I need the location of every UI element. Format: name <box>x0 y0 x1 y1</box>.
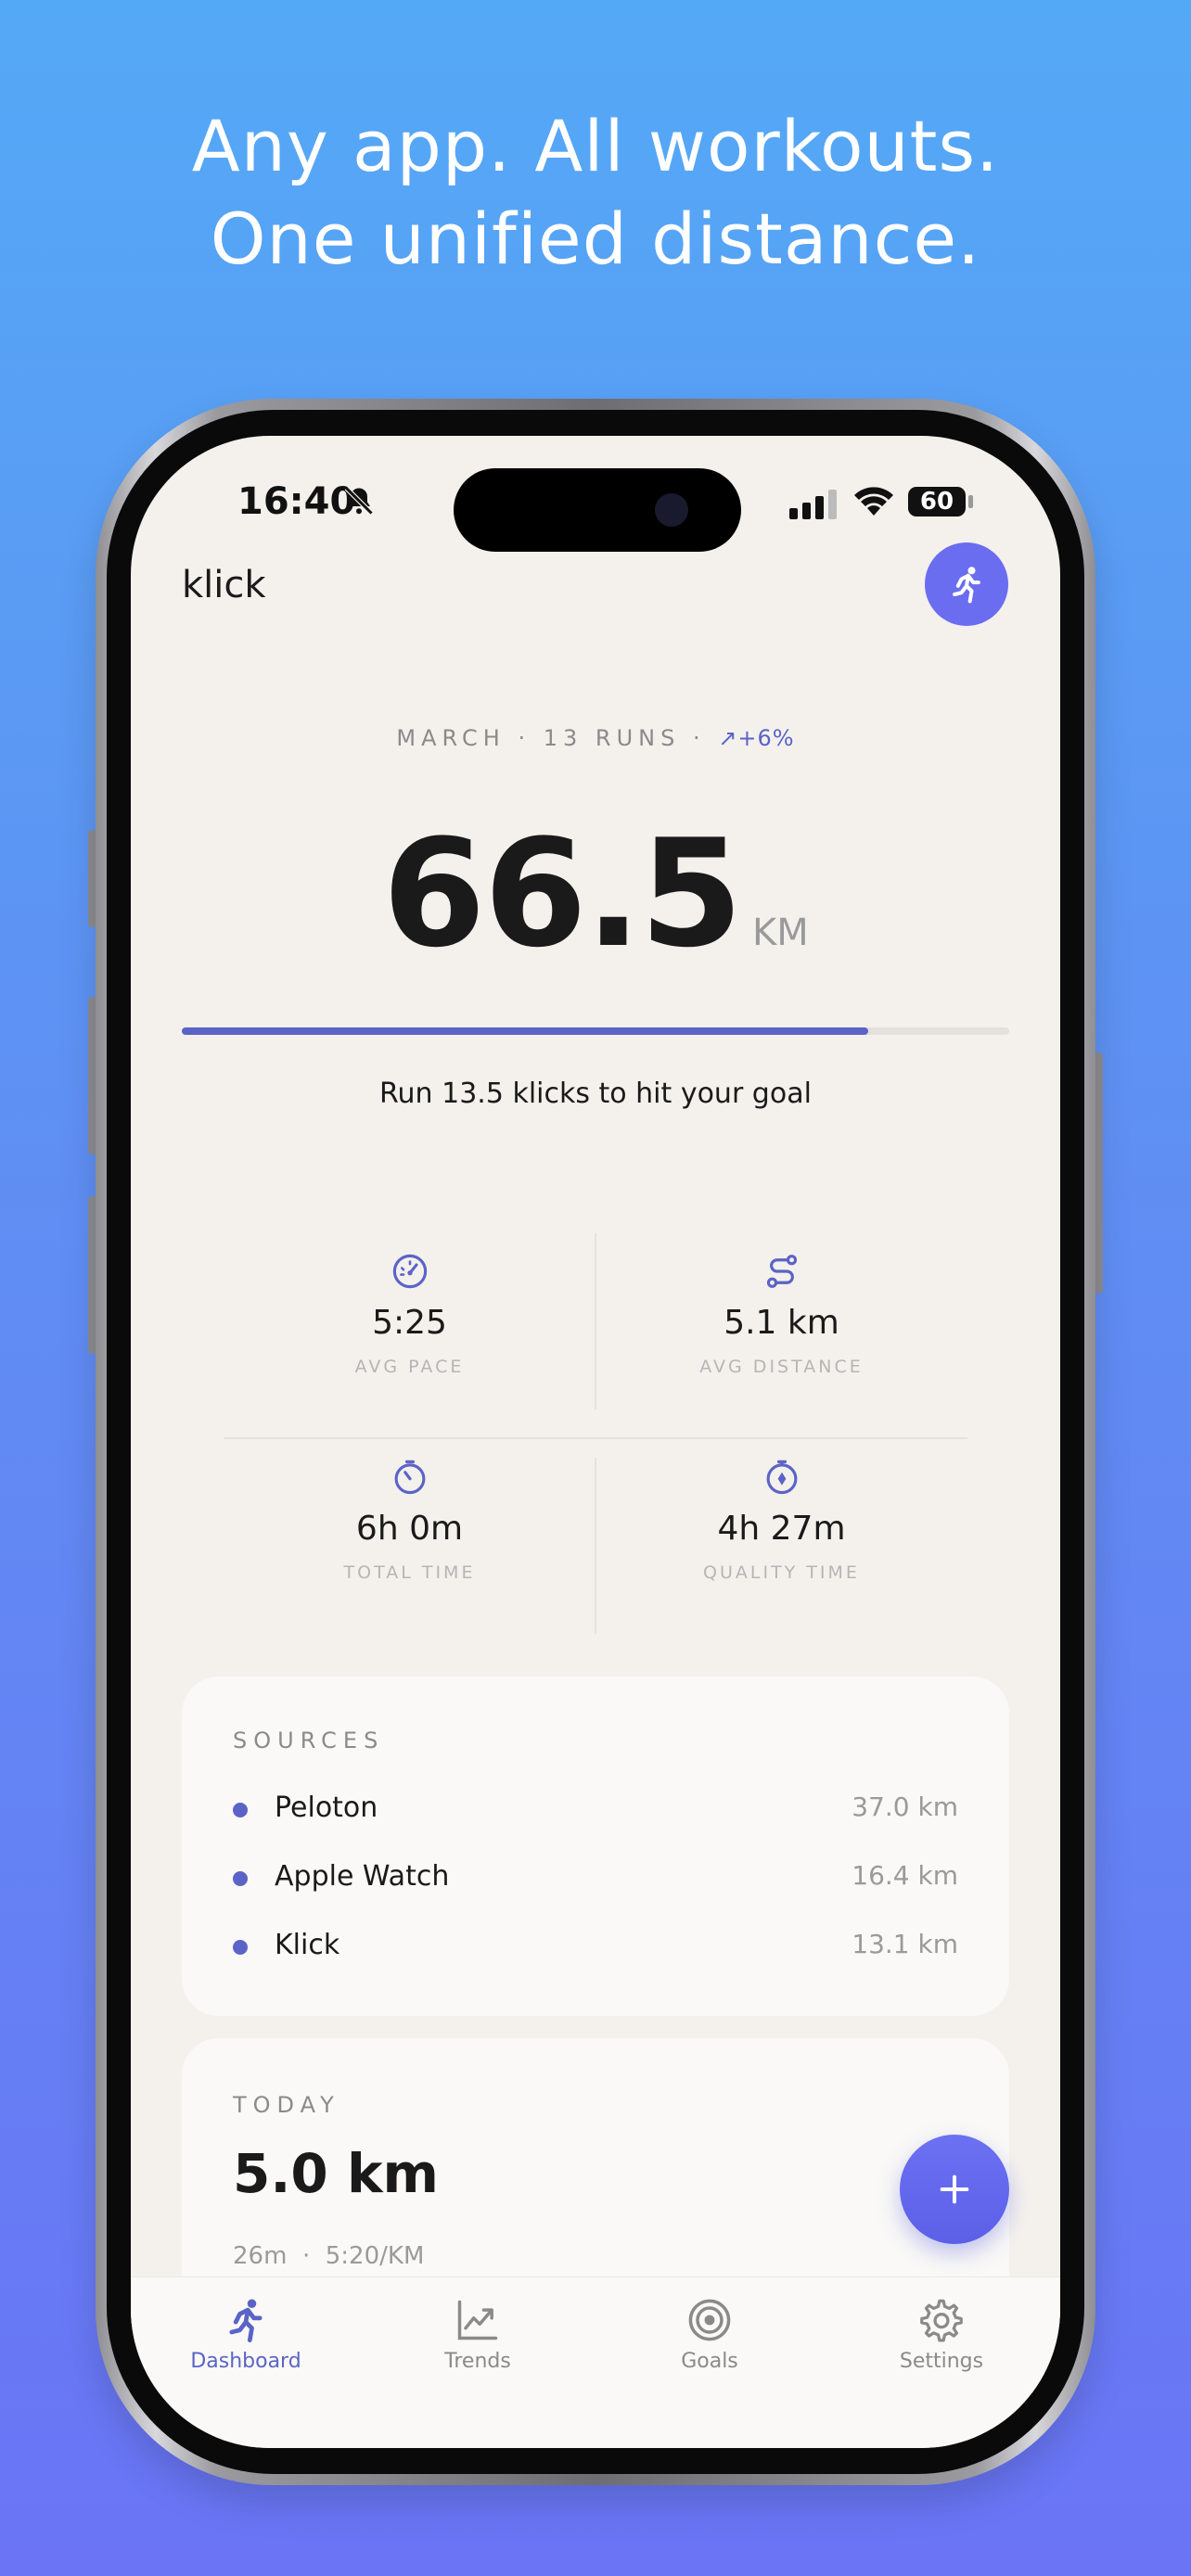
source-distance: 37.0 km <box>852 1792 958 1822</box>
today-distance: 5.0 km <box>233 2142 439 2205</box>
trend-percent: +6% <box>737 725 795 751</box>
today-pace: 5:20/KM <box>325 2242 425 2270</box>
trend-arrow-icon: ↗ <box>718 725 738 751</box>
source-row-peloton[interactable]: Peloton 37.0 km <box>233 1792 958 1829</box>
runner-icon <box>229 2299 263 2343</box>
chart-line-icon <box>457 2300 498 2340</box>
total-distance: 66.5 KM <box>131 807 1060 980</box>
route-icon <box>766 1255 797 1288</box>
tab-label: Goals <box>681 2350 738 2373</box>
plus-icon <box>940 2174 969 2204</box>
sources-title: SOURCES <box>233 1728 385 1753</box>
gear-icon <box>920 2299 963 2342</box>
speedometer-icon <box>392 1254 427 1289</box>
dynamic-island <box>454 468 741 552</box>
source-name: Klick <box>275 1929 340 1961</box>
stat-value: 5.1 km <box>724 1304 839 1342</box>
battery-cap <box>968 495 973 508</box>
battery-indicator: 60 <box>908 487 966 516</box>
headline-line-2: One unified distance. <box>210 198 981 280</box>
divider <box>595 1233 596 1409</box>
tab-bar: Dashboard Trends Goals Settings <box>131 2276 1060 2448</box>
source-distance: 13.1 km <box>852 1929 958 1959</box>
target-icon <box>688 2299 731 2341</box>
stat-label: TOTAL TIME <box>343 1562 476 1583</box>
today-separator: · <box>301 2242 311 2270</box>
timer-icon <box>394 1460 425 1495</box>
app-title: klick <box>182 564 266 606</box>
bell-muted-icon <box>344 486 374 516</box>
source-name: Peloton <box>275 1792 378 1824</box>
wifi-icon <box>854 487 893 516</box>
period-month: MARCH <box>396 725 506 751</box>
period-summary: MARCH · 13 RUNS · ↗+6% <box>131 725 1060 751</box>
phone-screen: 16:40 60 klick MARCH · 13 RUNS · ↗+6% 66… <box>131 436 1060 2448</box>
source-row-klick[interactable]: Klick 13.1 km <box>233 1929 958 1966</box>
today-title: TODAY <box>233 2092 340 2118</box>
source-name: Apple Watch <box>275 1860 450 1893</box>
tab-goals[interactable]: Goals <box>617 2296 802 2373</box>
add-workout-button[interactable] <box>900 2135 1009 2244</box>
status-bar: 16:40 60 <box>131 436 1060 575</box>
today-meta: 26m · 5:20/KM <box>233 2242 424 2270</box>
source-dot <box>233 1803 248 1817</box>
period-separator: · <box>518 725 531 751</box>
stat-label: AVG DISTANCE <box>699 1357 864 1377</box>
source-dot <box>233 1871 248 1886</box>
stat-value: 5:25 <box>372 1304 447 1342</box>
source-row-apple-watch[interactable]: Apple Watch 16.4 km <box>233 1860 958 1897</box>
cellular-signal-icon <box>789 490 837 519</box>
today-duration: 26m <box>233 2242 288 2270</box>
camera-icon <box>655 493 688 527</box>
tab-label: Trends <box>444 2350 511 2373</box>
goal-progress-fill <box>182 1027 869 1035</box>
stat-value: 4h 27m <box>717 1510 846 1548</box>
source-dot <box>233 1940 248 1955</box>
start-run-button[interactable] <box>925 542 1008 626</box>
tab-trends[interactable]: Trends <box>385 2296 570 2373</box>
sources-card: SOURCES Peloton 37.0 km Apple Watch 16.4… <box>182 1677 1009 2016</box>
period-separator-2: · <box>693 725 706 751</box>
tab-settings[interactable]: Settings <box>849 2296 1034 2373</box>
headline-line-1: Any app. All workouts. <box>191 105 1000 187</box>
stat-label: AVG PACE <box>354 1357 465 1377</box>
stat-label: QUALITY TIME <box>703 1562 860 1583</box>
source-distance: 16.4 km <box>852 1860 958 1891</box>
marketing-headline: Any app. All workouts. One unified dista… <box>0 100 1191 286</box>
status-time: 16:40 <box>237 480 356 523</box>
stat-total-time: 6h 0m TOTAL TIME <box>224 1439 596 1643</box>
divider <box>224 1437 967 1439</box>
tab-dashboard[interactable]: Dashboard <box>153 2296 339 2373</box>
divider <box>595 1458 596 1634</box>
period-runs: 13 RUNS <box>543 725 681 751</box>
stat-quality-time: 4h 27m QUALITY TIME <box>596 1439 967 1643</box>
goal-progress-bar <box>182 1027 1009 1035</box>
total-distance-unit: KM <box>752 912 809 954</box>
goal-remaining-text: Run 13.5 klicks to hit your goal <box>379 1078 812 1110</box>
runner-icon <box>953 567 980 604</box>
stopwatch-icon <box>766 1460 797 1495</box>
tab-label: Dashboard <box>190 2350 301 2373</box>
stat-avg-distance: 5.1 km AVG DISTANCE <box>596 1233 967 1437</box>
stats-grid: 5:25 AVG PACE 5.1 km AVG DISTANCE 6h 0m … <box>224 1233 967 1641</box>
tab-label: Settings <box>899 2350 984 2373</box>
total-distance-value: 66.5 <box>382 807 743 980</box>
stat-value: 6h 0m <box>355 1510 464 1548</box>
stat-avg-pace: 5:25 AVG PACE <box>224 1233 596 1437</box>
